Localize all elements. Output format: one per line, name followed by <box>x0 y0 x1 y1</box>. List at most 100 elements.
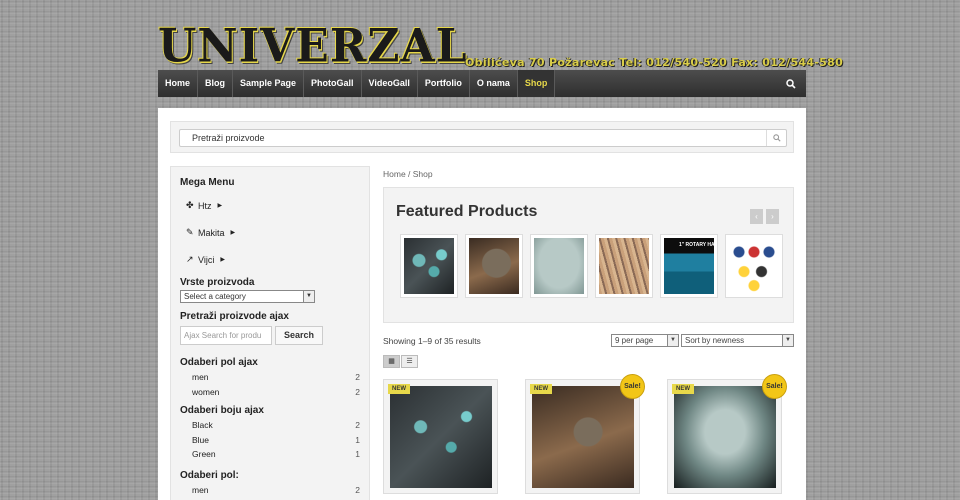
product-grid: NEW NEW Sale! NEW Sale! <box>383 374 787 494</box>
nav-search-button[interactable] <box>776 70 806 97</box>
main-panel: Pretraži proizvode Mega Menu ✤ Htz ▶ ✎ M… <box>158 108 806 500</box>
result-count: Showing 1–9 of 35 results <box>383 336 481 346</box>
product-image <box>404 238 454 294</box>
nav-blog[interactable]: Blog <box>198 70 234 97</box>
product-card[interactable]: NEW <box>383 379 498 494</box>
categories-title: Vrste proizvoda <box>180 277 255 288</box>
filter-count: 2 <box>355 420 360 430</box>
search-submit[interactable] <box>766 130 786 146</box>
screw-icon: ↗ <box>186 254 194 264</box>
filter-count: 2 <box>355 372 360 382</box>
product-card[interactable]: NEW Sale! <box>667 374 787 494</box>
chevron-down-icon: ▼ <box>303 291 314 302</box>
per-page-value: 9 per page <box>615 336 654 345</box>
sort-value: Sort by newness <box>685 336 745 345</box>
nav-sample-page[interactable]: Sample Page <box>233 70 305 97</box>
mega-menu-label: Htz <box>198 200 212 211</box>
featured-product[interactable] <box>725 234 783 298</box>
carousel-prev-button[interactable]: ‹ <box>750 209 763 224</box>
header-tagline: Obilićeva 70 Požarevac Tel: 012/540-520 … <box>465 56 844 69</box>
new-badge: NEW <box>388 384 410 394</box>
puzzle-icon: ✤ <box>186 200 194 210</box>
featured-product[interactable]: 1" ROTARY HA <box>660 234 718 298</box>
mega-menu-item-makita[interactable]: ✎ Makita ▶ <box>180 219 360 246</box>
nav-videogall[interactable]: VideoGall <box>362 70 418 97</box>
breadcrumb[interactable]: Home / Shop <box>383 169 796 179</box>
mega-menu-label: Vijci <box>198 254 215 265</box>
grid-view-button[interactable]: ▦ <box>383 355 400 368</box>
results-toolbar: Showing 1–9 of 35 results 9 per page ▼ S… <box>383 333 794 347</box>
mega-menu-item-vijci[interactable]: ↗ Vijci ▶ <box>180 246 360 273</box>
product-card[interactable]: NEW Sale! <box>525 374 645 494</box>
main-nav: Home Blog Sample Page PhotoGall VideoGal… <box>158 70 806 97</box>
filter-item[interactable]: men 2 <box>180 372 360 387</box>
grid-icon: ▦ <box>388 358 395 365</box>
chevron-down-icon: ▼ <box>782 335 793 346</box>
nav-shop[interactable]: Shop <box>517 70 556 97</box>
product-image <box>390 386 492 488</box>
product-image <box>674 386 776 488</box>
search-icon <box>786 78 796 89</box>
ajax-search-title: Pretraži proizvode ajax <box>180 311 289 322</box>
featured-product[interactable] <box>595 234 653 298</box>
ajax-search-input[interactable]: Ajax Search for produ <box>180 326 272 345</box>
filter-count: 2 <box>355 386 360 397</box>
caret-right-icon: ▶ <box>220 257 225 263</box>
featured-product[interactable] <box>530 234 588 298</box>
gender-title: Odaberi pol: <box>180 469 239 481</box>
filter-label: Black <box>192 420 213 430</box>
chevron-down-icon: ▼ <box>667 335 678 346</box>
carousel-nav: ‹ › <box>750 209 779 224</box>
ajax-search-form: Ajax Search for produ Search <box>180 326 360 345</box>
filter-label: men <box>192 372 209 382</box>
new-badge: NEW <box>672 384 694 394</box>
featured-product[interactable] <box>465 234 523 298</box>
rotary-label: 1" ROTARY HA <box>679 242 715 248</box>
filter-count: 2 <box>355 484 360 495</box>
filter-item[interactable]: women 2 <box>180 387 360 402</box>
product-search-input[interactable]: Pretraži proizvode <box>179 129 787 147</box>
filter-label: Blue <box>192 434 210 445</box>
list-view-button[interactable]: ☰ <box>401 355 418 368</box>
caret-right-icon: ▶ <box>230 230 236 236</box>
site-logo[interactable]: UNIVERZAL <box>158 18 468 74</box>
mega-menu-title: Mega Menu <box>180 177 235 188</box>
search-icon <box>772 134 781 142</box>
category-select-value: Select a category <box>184 292 246 301</box>
logo-text: UNIVERZAL <box>158 19 468 74</box>
view-toggle: ▦ ☰ <box>383 355 418 368</box>
product-image <box>534 238 584 294</box>
ajax-search-button[interactable]: Search <box>275 326 323 345</box>
mega-menu-label: Makita <box>198 227 225 238</box>
drill-icon: ✎ <box>186 227 194 237</box>
per-page-select[interactable]: 9 per page ▼ <box>611 334 679 347</box>
filter-item[interactable]: men 2 <box>180 485 360 500</box>
nav-o-nama[interactable]: O nama <box>470 70 518 97</box>
filter-label: men <box>192 484 209 495</box>
nav-home[interactable]: Home <box>158 70 199 97</box>
category-select[interactable]: Select a category ▼ <box>180 290 315 303</box>
search-placeholder: Pretraži proizvode <box>192 133 265 143</box>
caret-right-icon: ▶ <box>217 203 223 209</box>
new-badge: NEW <box>530 384 552 394</box>
nav-photogall[interactable]: PhotoGall <box>304 70 362 97</box>
filter-count: 1 <box>355 449 360 459</box>
carousel-next-button[interactable]: › <box>766 209 779 224</box>
featured-product[interactable] <box>400 234 458 298</box>
product-image <box>729 238 779 294</box>
sort-select[interactable]: Sort by newness ▼ <box>681 334 794 347</box>
color-ajax-title: Odaberi boju ajax <box>180 405 264 416</box>
mega-menu-item-htz[interactable]: ✤ Htz ▶ <box>180 192 360 219</box>
list-icon: ☰ <box>406 358 413 365</box>
filter-count: 1 <box>355 434 360 445</box>
filter-item[interactable]: Blue 1 <box>180 435 360 450</box>
product-image <box>469 238 519 294</box>
sale-badge: Sale! <box>762 374 787 399</box>
filter-label: women <box>192 386 220 397</box>
nav-portfolio[interactable]: Portfolio <box>418 70 470 97</box>
filter-item[interactable]: Black 2 <box>180 420 360 435</box>
featured-products: Featured Products ‹ › 1" ROTARY HA <box>383 187 794 323</box>
gender-ajax-title: Odaberi pol ajax <box>180 357 258 368</box>
sidebar: Mega Menu ✤ Htz ▶ ✎ Makita ▶ ↗ Vijci ▶ V… <box>170 166 370 500</box>
filter-item[interactable]: Green 1 <box>180 449 360 464</box>
